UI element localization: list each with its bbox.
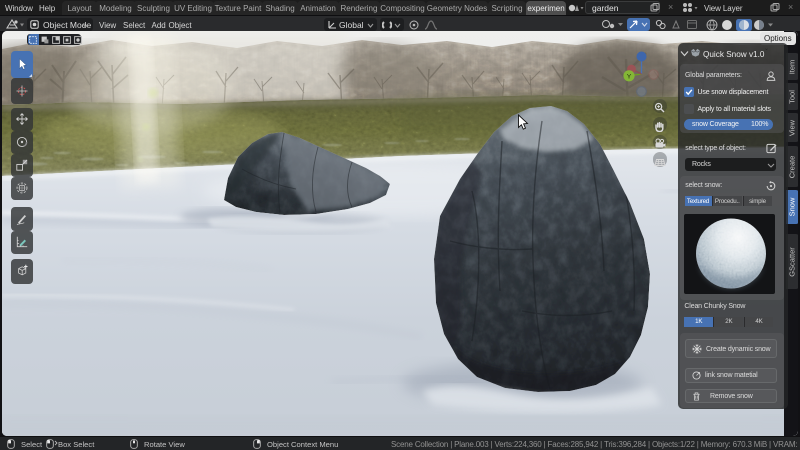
- svg-text:Y: Y: [627, 73, 632, 80]
